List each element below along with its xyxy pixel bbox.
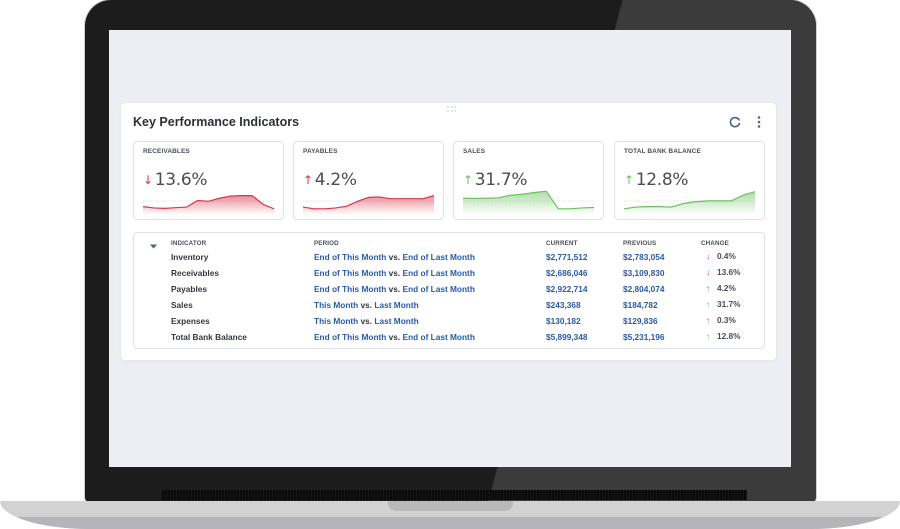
- period-cell: This Month vs. Last Month: [314, 316, 419, 326]
- kpi-tile-receivables[interactable]: RECEIVABLES ↓ 13.6%: [133, 141, 284, 220]
- period-last-link[interactable]: End of Last Month: [403, 284, 475, 294]
- arrow-down-icon: ↓: [706, 267, 711, 277]
- vs-label: vs.: [388, 252, 401, 262]
- column-header-current: CURRENT: [546, 240, 578, 247]
- laptop-notch: [388, 501, 513, 511]
- indicator-cell: Payables: [171, 284, 207, 294]
- previous-value-link[interactable]: $129,836: [623, 316, 658, 326]
- change-cell: ↓ 13.6%: [706, 267, 741, 277]
- period-this-link[interactable]: End of This Month: [314, 332, 386, 342]
- column-header-change: CHANGE: [701, 240, 729, 247]
- caret-down-icon: [150, 244, 157, 249]
- period-cell: End of This Month vs. End of Last Month: [314, 332, 475, 342]
- more-options-button[interactable]: [751, 114, 767, 130]
- indicator-cell: Inventory: [171, 252, 209, 262]
- sparkline-area: [463, 191, 594, 215]
- sparkline-chart: [623, 191, 756, 215]
- arrow-up-icon: ↑: [706, 299, 711, 309]
- period-this-link[interactable]: End of This Month: [314, 252, 386, 262]
- kpi-table: INDICATOR PERIOD CURRENT PREVIOUS CHANGE…: [133, 232, 765, 349]
- arrow-up-icon: ↑: [706, 283, 711, 293]
- change-value: 13.6%: [717, 267, 741, 277]
- change-cell: ↑ 0.3%: [706, 315, 736, 325]
- change-cell: ↑ 31.7%: [706, 299, 741, 309]
- indicator-cell: Sales: [171, 300, 193, 310]
- period-this-link[interactable]: This Month: [314, 316, 358, 326]
- laptop-base: [0, 501, 900, 529]
- change-value: 4.2%: [717, 283, 736, 293]
- kpi-tile-label: PAYABLES: [303, 148, 338, 155]
- collapse-toggle[interactable]: [149, 238, 158, 249]
- current-value-link[interactable]: $2,771,512: [546, 252, 588, 262]
- kpi-widget: Key Performance Indicators RECEIVABLES ↓…: [121, 103, 776, 360]
- kpi-tile-payables[interactable]: PAYABLES ↑ 4.2%: [293, 141, 444, 220]
- sparkline-area: [624, 191, 755, 215]
- sparkline-chart: [142, 195, 275, 215]
- kpi-tile-label: TOTAL BANK BALANCE: [624, 148, 701, 155]
- kpi-tiles: RECEIVABLES ↓ 13.6% PAYABLES ↑ 4.2% SALES …: [133, 141, 765, 221]
- indicator-cell: Receivables: [171, 268, 219, 278]
- period-cell: This Month vs. Last Month: [314, 300, 419, 310]
- period-last-link[interactable]: End of Last Month: [403, 268, 475, 278]
- vs-label: vs.: [388, 268, 401, 278]
- refresh-icon: [729, 116, 741, 128]
- previous-value-link[interactable]: $2,783,054: [623, 252, 665, 262]
- sparkline-chart: [462, 190, 595, 215]
- previous-value-link[interactable]: $2,804,074: [623, 284, 665, 294]
- kpi-tile-label: SALES: [463, 148, 486, 155]
- change-cell: ↑ 4.2%: [706, 283, 736, 293]
- arrow-down-icon: ↓: [706, 251, 711, 261]
- period-this-link[interactable]: End of This Month: [314, 284, 386, 294]
- previous-value-link[interactable]: $184,782: [623, 300, 658, 310]
- current-value-link[interactable]: $130,182: [546, 316, 581, 326]
- change-value: 12.8%: [717, 331, 741, 341]
- change-cell: ↓ 0.4%: [706, 251, 736, 261]
- change-cell: ↑ 12.8%: [706, 331, 741, 341]
- sparkline-area: [143, 195, 274, 215]
- current-value-link[interactable]: $2,686,046: [546, 268, 588, 278]
- vs-label: vs.: [360, 316, 373, 326]
- vs-label: vs.: [388, 332, 401, 342]
- indicator-cell: Total Bank Balance: [171, 332, 247, 342]
- vs-label: vs.: [388, 284, 401, 294]
- refresh-button[interactable]: [727, 114, 743, 130]
- kpi-tile-sales[interactable]: SALES ↑ 31.7%: [453, 141, 604, 220]
- indicator-cell: Expenses: [171, 316, 210, 326]
- previous-value-link[interactable]: $5,231,196: [623, 332, 665, 342]
- kpi-tile-total-bank-balance[interactable]: TOTAL BANK BALANCE ↑ 12.8%: [614, 141, 765, 220]
- current-value-link[interactable]: $5,899,348: [546, 332, 588, 342]
- current-value-link[interactable]: $2,922,714: [546, 284, 588, 294]
- period-this-link[interactable]: This Month: [314, 300, 358, 310]
- change-value: 0.3%: [717, 315, 736, 325]
- current-value-link[interactable]: $243,368: [546, 300, 581, 310]
- drag-handle-icon[interactable]: [447, 106, 456, 112]
- period-cell: End of This Month vs. End of Last Month: [314, 268, 475, 278]
- laptop-base-edge: [0, 517, 900, 529]
- arrow-up-icon: ↑: [706, 331, 711, 341]
- column-header-indicator: INDICATOR: [171, 240, 207, 247]
- more-vertical-icon: [757, 116, 761, 128]
- period-cell: End of This Month vs. End of Last Month: [314, 252, 475, 262]
- vs-label: vs.: [360, 300, 373, 310]
- widget-title: Key Performance Indicators: [133, 115, 300, 129]
- laptop-screen: Key Performance Indicators RECEIVABLES ↓…: [109, 30, 791, 467]
- laptop-hinge: [162, 490, 747, 500]
- sparkline-chart: [302, 195, 435, 215]
- kpi-tile-label: RECEIVABLES: [143, 148, 190, 155]
- period-last-link[interactable]: Last Month: [374, 300, 418, 310]
- column-header-previous: PREVIOUS: [623, 240, 657, 247]
- column-header-period: PERIOD: [314, 240, 339, 247]
- period-last-link[interactable]: Last Month: [374, 316, 418, 326]
- arrow-up-icon: ↑: [706, 315, 711, 325]
- period-cell: End of This Month vs. End of Last Month: [314, 284, 475, 294]
- period-this-link[interactable]: End of This Month: [314, 268, 386, 278]
- period-last-link[interactable]: End of Last Month: [403, 252, 475, 262]
- period-last-link[interactable]: End of Last Month: [403, 332, 475, 342]
- change-value: 31.7%: [717, 299, 741, 309]
- change-value: 0.4%: [717, 251, 736, 261]
- previous-value-link[interactable]: $3,109,830: [623, 268, 665, 278]
